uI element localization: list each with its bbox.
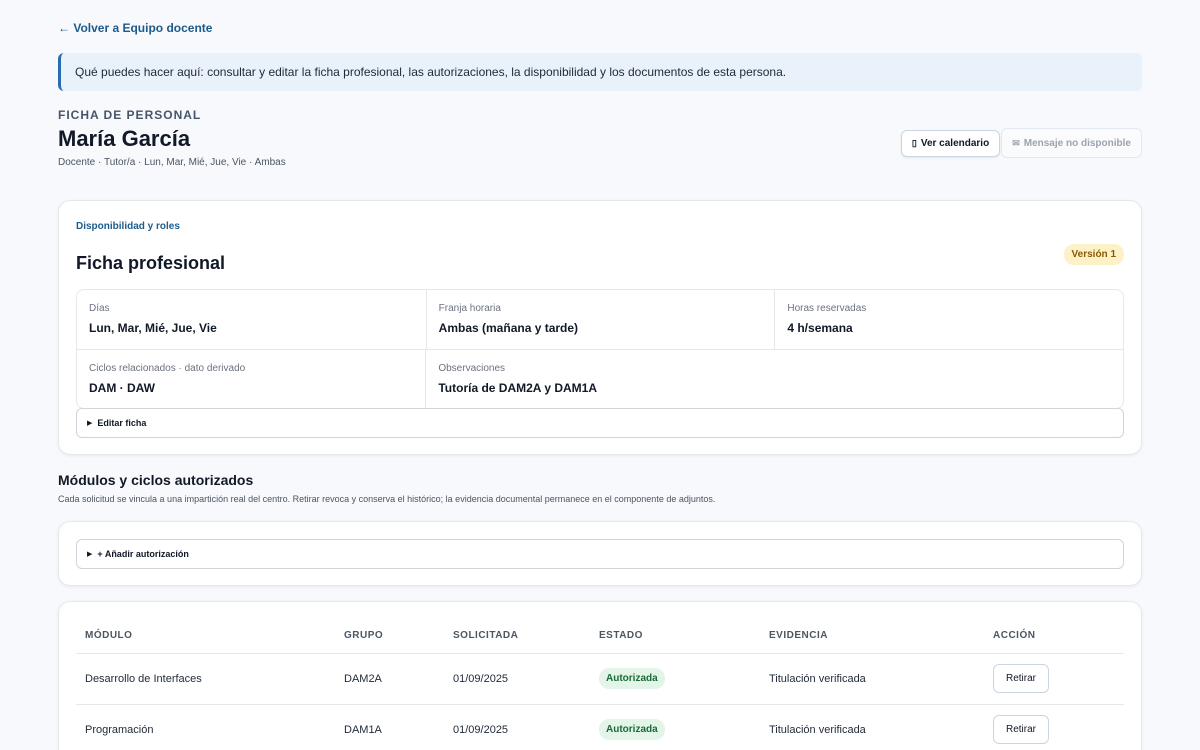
retire-button[interactable]: Retirar: [993, 664, 1050, 693]
field-days-value: Lun, Mar, Mié, Jue, Vie: [89, 321, 217, 335]
add-authorization-toggle[interactable]: ▶ + Añadir autorización: [76, 539, 1124, 569]
status-badge: Autorizada: [599, 668, 665, 689]
cell-evidence: Titulación verificada: [760, 704, 984, 750]
column-header-module: MÓDULO: [76, 619, 335, 654]
cell-action: Retirar: [984, 704, 1124, 750]
field-time-slot: Franja horaria Ambas (mañana y tarde): [425, 290, 775, 349]
field-cycles: Ciclos relacionados · dato derivado DAM …: [77, 350, 425, 408]
mail-icon: ✉: [1012, 137, 1020, 148]
profile-card: Disponibilidad y roles Ficha profesional…: [58, 200, 1142, 455]
column-header-requested: SOLICITADA: [444, 619, 590, 654]
field-cycles-value: DAM · DAW: [89, 381, 155, 395]
person-summary: Docente · Tutor/a · Lun, Mar, Mié, Jue, …: [58, 157, 286, 168]
profile-card-title: Ficha profesional: [76, 253, 226, 273]
cell-requested: 01/09/2025: [444, 704, 590, 750]
back-to-team-link[interactable]: ← Volver a Equipo docente: [58, 21, 212, 35]
cell-group: DAM1A: [335, 704, 444, 750]
cell-status: Autorizada: [590, 653, 760, 705]
calendar-icon: ▯: [911, 138, 917, 148]
caret-right-icon: ▶: [87, 551, 93, 558]
field-time-slot-label: Franja horaria: [438, 303, 501, 314]
field-reserved-hours-value: 4 h/semana: [787, 321, 853, 335]
edit-profile-label: Editar ficha: [97, 418, 147, 428]
message-button-label: Mensaje no disponible: [1023, 137, 1131, 149]
column-header-group: GRUPO: [335, 619, 444, 654]
profile-section-label: Disponibilidad y roles: [76, 221, 180, 232]
cell-module: Programación: [76, 704, 335, 750]
column-header-status: ESTADO: [590, 619, 760, 654]
caret-right-icon: ▶: [87, 420, 93, 427]
table-header-row: MÓDULO GRUPO SOLICITADA ESTADO EVIDENCIA…: [76, 619, 1124, 654]
add-authorization-card: ▶ + Añadir autorización: [58, 521, 1142, 586]
view-calendar-label: Ver calendario: [920, 138, 990, 149]
field-time-slot-value: Ambas (mañana y tarde): [438, 321, 579, 335]
authorizations-title: Módulos y ciclos autorizados: [58, 472, 254, 488]
field-days-label: Días: [89, 303, 110, 314]
view-calendar-button[interactable]: ▯ Ver calendario: [900, 130, 1001, 157]
message-button[interactable]: ✉ Mensaje no disponible: [1001, 128, 1142, 158]
cell-requested: 01/09/2025: [444, 653, 590, 705]
info-banner-text: Qué puedes hacer aquí: consultar y edita…: [75, 65, 787, 79]
add-authorization-label: + Añadir autorización: [97, 549, 189, 559]
page-title: María García: [58, 126, 191, 151]
column-header-action: ACCIÓN: [984, 619, 1124, 654]
profile-details: Días Lun, Mar, Mié, Jue, Vie Franja hora…: [76, 289, 1124, 409]
status-badge: Autorizada: [599, 719, 665, 740]
column-header-evidence: EVIDENCIA: [760, 619, 984, 654]
retire-button[interactable]: Retirar: [993, 715, 1050, 744]
page-eyebrow: FICHA DE PERSONAL: [58, 108, 202, 122]
field-notes: Observaciones Tutoría de DAM2A y DAM1A: [425, 350, 1123, 408]
cell-group: DAM2A: [335, 653, 444, 705]
authorizations-table-card: MÓDULO GRUPO SOLICITADA ESTADO EVIDENCIA…: [58, 601, 1142, 750]
field-reserved-hours-label: Horas reservadas: [787, 303, 867, 314]
version-badge: Versión 1: [1063, 244, 1124, 265]
authorizations-table: MÓDULO GRUPO SOLICITADA ESTADO EVIDENCIA…: [76, 619, 1124, 750]
table-row: Programación DAM1A 01/09/2025 Autorizada…: [76, 704, 1124, 750]
cell-status: Autorizada: [590, 704, 760, 750]
info-banner: Qué puedes hacer aquí: consultar y edita…: [58, 53, 1142, 91]
authorizations-description: Cada solicitud se vincula a una impartic…: [58, 494, 716, 504]
table-row: Desarrollo de Interfaces DAM2A 01/09/202…: [76, 653, 1124, 705]
header-actions: ▯ Ver calendario ✉ Mensaje no disponible: [900, 128, 1142, 158]
cell-evidence: Titulación verificada: [760, 653, 984, 705]
field-cycles-label: Ciclos relacionados · dato derivado: [89, 363, 246, 374]
field-notes-label: Observaciones: [438, 363, 506, 374]
detail-row: Ciclos relacionados · dato derivado DAM …: [77, 349, 1123, 408]
edit-profile-toggle[interactable]: ▶ Editar ficha: [76, 408, 1124, 438]
field-days: Días Lun, Mar, Mié, Jue, Vie: [77, 290, 426, 349]
cell-action: Retirar: [984, 653, 1124, 705]
field-reserved-hours: Horas reservadas 4 h/semana: [774, 290, 1123, 349]
field-notes-value: Tutoría de DAM2A y DAM1A: [438, 381, 598, 395]
cell-module: Desarrollo de Interfaces: [76, 653, 335, 705]
detail-row: Días Lun, Mar, Mié, Jue, Vie Franja hora…: [77, 290, 1123, 349]
